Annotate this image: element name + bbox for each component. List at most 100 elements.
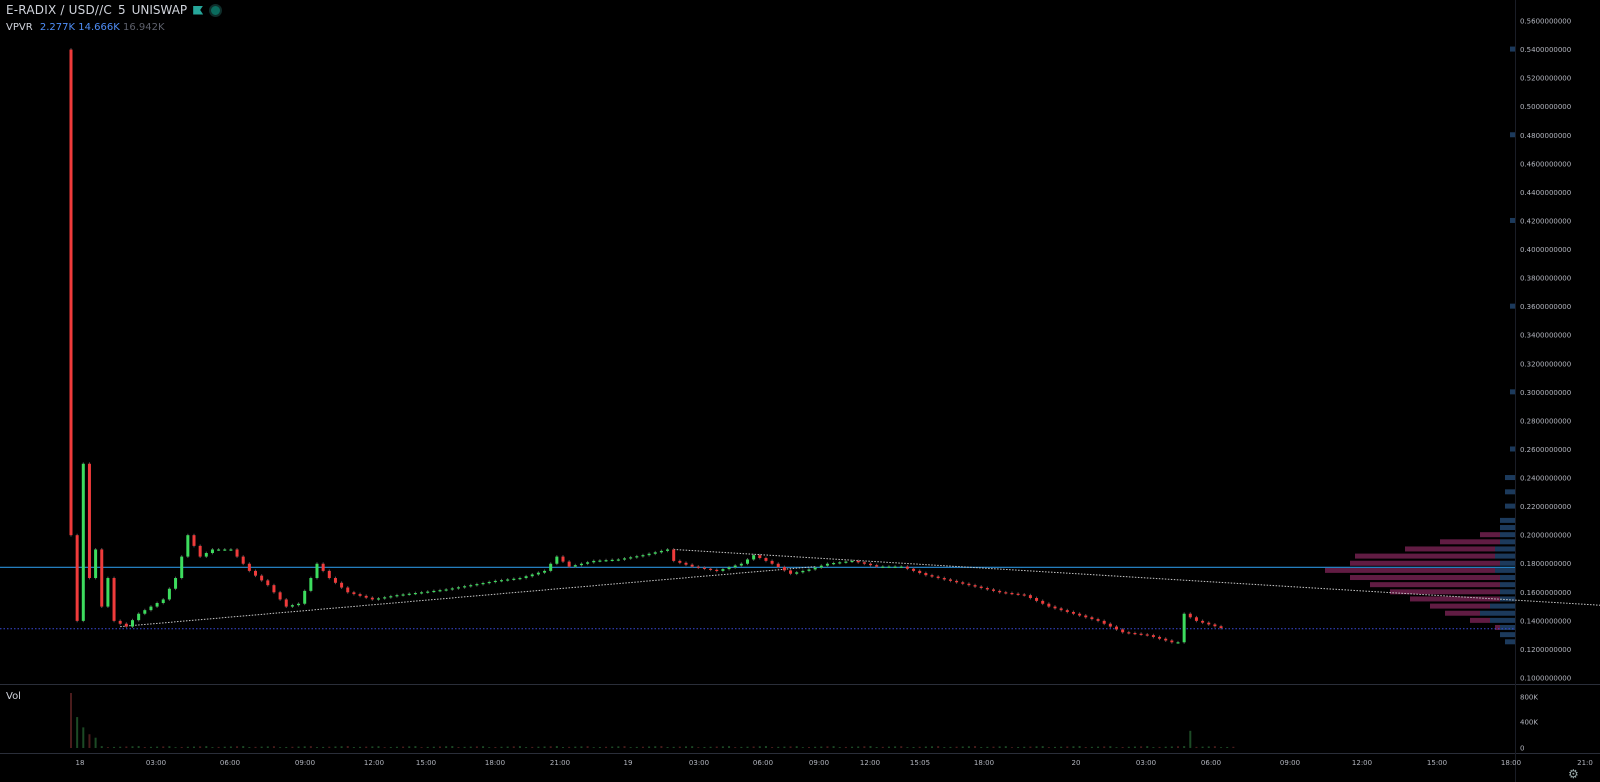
volume-bar — [758, 746, 761, 748]
volume-bar — [1146, 746, 1149, 748]
volume-bar — [771, 747, 774, 748]
volume-bar — [1133, 746, 1136, 748]
interval[interactable]: 5 — [118, 3, 126, 17]
vp-bar-down — [1370, 582, 1500, 588]
candle-body — [475, 584, 479, 586]
exchange: UNISWAP — [131, 3, 188, 17]
candle-body — [918, 570, 922, 574]
y-tick-label: 0.4000000000 — [1520, 246, 1571, 254]
volume-bar — [820, 746, 823, 748]
candle-body — [592, 560, 596, 563]
candle-body — [438, 590, 442, 592]
candle-body — [992, 589, 995, 591]
symbol-header[interactable]: E-RADIX / USD//C 5 UNISWAP — [6, 3, 223, 17]
candle-body — [672, 549, 676, 561]
volume-bar — [162, 746, 165, 748]
volume-bar — [672, 746, 675, 748]
candle-body — [260, 575, 264, 581]
volume-bar — [1054, 746, 1056, 748]
candle-body — [1158, 636, 1162, 639]
volume-bar — [248, 747, 251, 748]
y-tick-label: 0.1800000000 — [1520, 560, 1571, 568]
candle-body — [75, 535, 79, 621]
volume-bar — [654, 746, 657, 748]
volume-bar — [186, 746, 189, 748]
volume-pane-label[interactable]: Vol — [6, 691, 21, 702]
indicator-name[interactable]: VPVR — [6, 22, 33, 33]
flag-icon[interactable] — [193, 5, 204, 15]
vp-bar-down — [1445, 610, 1480, 616]
volume-bar — [272, 746, 275, 748]
volume-bar — [1170, 746, 1173, 748]
candle-body — [1102, 620, 1106, 624]
candle-body — [549, 563, 553, 571]
volume-bar — [1152, 747, 1155, 748]
volume-bar — [316, 747, 318, 748]
vp-bar-down — [1440, 539, 1500, 545]
candle-body — [604, 560, 608, 562]
vp-bar-up — [1490, 617, 1515, 623]
candle-body — [1090, 617, 1094, 620]
volume-bar — [1226, 746, 1229, 748]
candle-body — [69, 49, 73, 536]
candle-body — [1108, 623, 1112, 627]
candle-body — [739, 563, 743, 566]
candle-body — [426, 591, 430, 593]
volume-bar — [119, 746, 122, 748]
volume-bar — [377, 746, 380, 748]
vpvr-legend[interactable]: VPVR 2.277K 14.666K 16.942K — [6, 22, 165, 33]
price-chart[interactable]: 0.5600000000 0.5400000000 0.5200000000 0.50… — [0, 0, 1600, 782]
settings-gear-icon[interactable]: ⚙ — [1568, 768, 1580, 780]
volume-bar — [94, 737, 97, 748]
y-tick-label: 0.3600000000 — [1520, 303, 1571, 311]
candle-body — [118, 620, 122, 624]
candle-body — [721, 569, 725, 571]
y-tick-label: 0.1400000000 — [1520, 617, 1571, 625]
volume-bar — [832, 746, 835, 748]
candle-body — [536, 572, 540, 575]
vp-bar-up — [1505, 489, 1515, 495]
volume-bar — [457, 747, 460, 748]
x-tick-label: 15:00 — [416, 759, 436, 767]
volume-bar — [236, 746, 239, 748]
volume-bar — [1232, 746, 1235, 748]
volume-bar — [586, 746, 589, 748]
candle-body — [647, 553, 651, 556]
x-tick-label: 06:00 — [220, 759, 240, 767]
candle-body — [696, 566, 700, 568]
volume-bar — [1201, 746, 1204, 748]
volume-bar — [881, 746, 884, 748]
candle-body — [87, 463, 91, 579]
candle-body — [598, 560, 602, 562]
symbol-name[interactable]: E-RADIX / USD//C — [6, 3, 112, 17]
volume-bar — [149, 746, 152, 748]
vp-bar-down — [1350, 575, 1500, 581]
candle-body — [1004, 592, 1008, 594]
volume-bar — [365, 746, 368, 748]
y-tick-label: 0.4400000000 — [1520, 189, 1571, 197]
volume-bar — [555, 746, 558, 748]
candle-body — [678, 560, 682, 563]
candle-body — [174, 578, 178, 589]
x-tick-label: 09:00 — [295, 759, 315, 767]
volume-bar — [395, 746, 398, 748]
volume-bar — [641, 746, 644, 748]
vp-bar-down — [1355, 553, 1495, 559]
candle-body — [807, 569, 811, 571]
candle-body — [364, 595, 368, 598]
status-dot-icon — [209, 3, 223, 17]
candle-body — [358, 594, 362, 596]
candle-body — [389, 596, 393, 598]
volume-bar — [1183, 746, 1186, 748]
candle-body — [124, 623, 128, 627]
volume-bar — [426, 746, 429, 748]
candle-body — [752, 555, 756, 560]
volume-bar — [697, 747, 700, 748]
volume-bar — [217, 746, 220, 748]
candle-body — [979, 586, 983, 589]
volume-bar — [851, 746, 854, 748]
volume-bar — [88, 734, 91, 748]
volume-bar — [611, 746, 614, 748]
volume-bar — [1017, 746, 1020, 748]
y-tick-label: 0.1200000000 — [1520, 646, 1571, 654]
